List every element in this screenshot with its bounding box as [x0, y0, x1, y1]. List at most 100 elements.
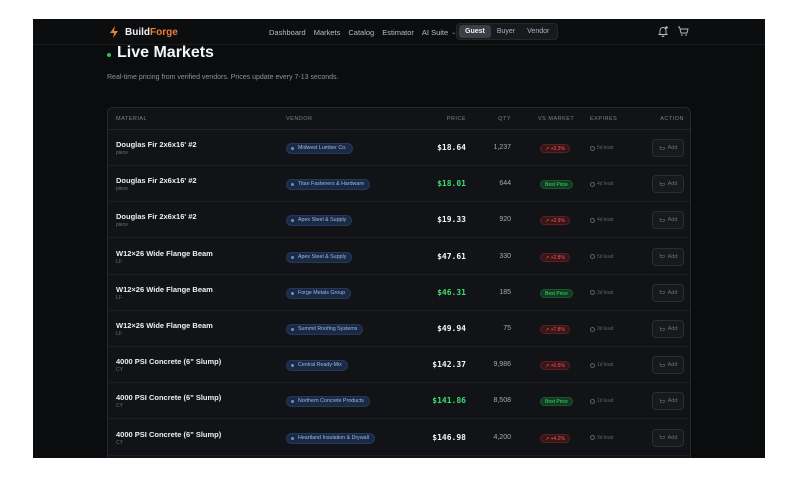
price-value: $141.86: [432, 396, 466, 406]
role-buyer-button[interactable]: Buyer: [491, 25, 521, 38]
vendor-dot-icon: [291, 255, 294, 259]
table-header: MATERIAL VENDOR PRICE QTY VS MARKET EXPI…: [108, 108, 690, 130]
vendor-badge[interactable]: Titan Fasteners & Hardware: [286, 179, 371, 191]
vendor-badge[interactable]: Central Ready-Mix: [286, 360, 348, 372]
brand-logo[interactable]: Build Forge: [108, 25, 178, 39]
add-to-cart-button[interactable]: Add: [652, 247, 684, 266]
vendor-name: Titan Fasteners & Hardware: [298, 181, 365, 188]
material-name[interactable]: Douglas Fir 2x6x16' #2: [116, 176, 197, 185]
material-name[interactable]: 4000 PSI Concrete (6" Slump): [116, 393, 221, 402]
material-name[interactable]: 4000 PSI Concrete (6" Slump): [116, 357, 221, 366]
vendor-name: Midwest Lumber Co.: [298, 145, 347, 151]
expires-cell: 1d lead: [590, 398, 613, 404]
header-expires[interactable]: EXPIRES: [590, 116, 617, 122]
expires-cell: 4d lead: [590, 181, 613, 187]
qty-value: 920: [499, 216, 511, 224]
nav-catalog[interactable]: Catalog: [348, 28, 374, 37]
vs-market-badge: Best Price: [540, 180, 573, 190]
expires-value: 3d lead: [597, 434, 614, 441]
expires-cell: 1d lead: [590, 362, 613, 368]
add-to-cart-button[interactable]: Add: [652, 283, 684, 302]
add-to-cart-button[interactable]: Add: [652, 320, 684, 338]
add-to-cart-button[interactable]: Add: [652, 211, 684, 230]
vs-market-value: +3.3%: [550, 146, 565, 152]
clock-icon: [590, 181, 595, 187]
expires-cell: 5d lead: [590, 254, 613, 260]
role-vendor-button[interactable]: Vendor: [521, 25, 555, 38]
add-button-label: Add: [667, 145, 678, 151]
vs-market-badge: ↗ +3.3%: [540, 144, 570, 153]
role-guest-button[interactable]: Guest: [459, 25, 491, 38]
material-name[interactable]: W12×26 Wide Flange Beam: [116, 249, 213, 258]
add-button-label: Add: [667, 326, 678, 332]
add-to-cart-button[interactable]: Add: [652, 356, 684, 375]
material-name[interactable]: W12×26 Wide Flange Beam: [116, 321, 213, 330]
vendor-badge[interactable]: Heartland Insulation & Drywall: [286, 432, 375, 444]
table-row: Douglas Fir 2x6x16' #2 piece Midwest Lumbe…: [108, 130, 690, 166]
header-vendor[interactable]: VENDOR: [286, 116, 313, 122]
vendor-dot-icon: [291, 147, 294, 150]
add-to-cart-button[interactable]: Add: [652, 175, 684, 194]
cart-icon: [658, 145, 665, 150]
header-vs-market[interactable]: VS MARKET: [538, 116, 574, 122]
add-button-label: Add: [667, 362, 678, 369]
brand-name-part-1: Build: [125, 26, 150, 38]
nav-ai-suite-label: AI Suite: [421, 27, 449, 37]
qty-value: 644: [499, 180, 511, 188]
price-value: $142.37: [432, 360, 466, 370]
app-screen: Build Forge Dashboard Markets Catalog Est…: [33, 19, 765, 458]
material-name[interactable]: Douglas Fir 2x6x16' #2: [116, 212, 197, 221]
bell-icon[interactable]: [657, 25, 669, 37]
vendor-badge[interactable]: Apex Steel & Supply: [286, 215, 353, 227]
vendor-name: Summit Roofing Systems: [298, 326, 358, 332]
header-qty[interactable]: QTY: [498, 116, 511, 122]
vendor-badge[interactable]: Summit Roofing Systems: [286, 324, 364, 335]
brand-name-part-2: Forge: [150, 26, 178, 38]
cart-icon: [658, 362, 665, 367]
vendor-badge[interactable]: Northern Concrete Products: [286, 396, 370, 408]
vendor-badge[interactable]: Midwest Lumber Co.: [286, 143, 353, 154]
bolt-icon: [110, 26, 118, 38]
add-to-cart-button[interactable]: Add: [652, 428, 684, 447]
vendor-badge[interactable]: Forge Metals Group: [286, 287, 352, 299]
vendor-dot-icon: [291, 183, 294, 187]
price-value: $146.98: [432, 432, 466, 442]
material-unit: piece: [116, 150, 128, 156]
cart-icon: [658, 181, 665, 186]
cart-icon: [658, 399, 665, 403]
add-button-label: Add: [667, 253, 678, 260]
vendor-dot-icon: [291, 364, 294, 368]
cart-icon[interactable]: [677, 25, 689, 37]
expires-value: 1d lead: [597, 398, 614, 405]
header-price[interactable]: PRICE: [447, 116, 466, 122]
add-button-label: Add: [667, 434, 678, 441]
header-material[interactable]: MATERIAL: [116, 116, 147, 122]
table-row: W12×26 Wide Flange Beam LF Apex Steel & Su…: [108, 239, 690, 275]
qty-value: 9,986: [493, 361, 511, 369]
material-unit: piece: [116, 186, 128, 193]
vendor-name: Northern Concrete Products: [298, 398, 364, 405]
vendor-name: Forge Metals Group: [298, 289, 346, 296]
nav-dashboard[interactable]: Dashboard: [269, 28, 306, 37]
nav-markets[interactable]: Markets: [314, 28, 341, 37]
vs-market-badge: ↗ +2.9%: [540, 216, 570, 226]
vs-market-value: Best Price: [545, 182, 568, 189]
add-to-cart-button[interactable]: Add: [652, 139, 684, 157]
qty-value: 330: [499, 252, 511, 260]
price-value: $19.33: [437, 215, 466, 225]
vendor-name: Apex Steel & Supply: [298, 217, 347, 224]
vs-market-value: +2.9%: [550, 218, 565, 225]
nav-estimator[interactable]: Estimator: [382, 28, 414, 37]
nav-ai-suite[interactable]: AI Suite ⌄: [422, 28, 456, 37]
nav-links: Dashboard Markets Catalog Estimator AI S…: [269, 25, 464, 39]
price-value: $47.61: [437, 251, 466, 261]
price-value: $18.01: [437, 179, 466, 189]
vs-market-badge: Best Price: [540, 397, 573, 407]
add-to-cart-button[interactable]: Add: [652, 392, 684, 411]
material-name[interactable]: 4000 PSI Concrete (6" Slump): [116, 430, 221, 439]
material-name[interactable]: W12×26 Wide Flange Beam: [116, 285, 213, 294]
expires-cell: 5d lead: [590, 145, 613, 151]
add-button-label: Add: [667, 398, 678, 405]
vendor-badge[interactable]: Apex Steel & Supply: [286, 251, 353, 263]
material-name[interactable]: Douglas Fir 2x6x16' #2: [116, 140, 197, 149]
